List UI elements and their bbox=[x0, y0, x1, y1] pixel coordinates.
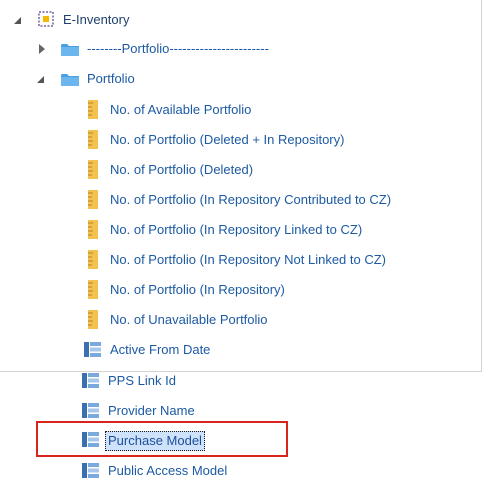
measure-ruler-icon bbox=[88, 160, 98, 179]
tree-node-folder-separator[interactable]: --------Portfolio----------------------- bbox=[0, 38, 320, 60]
attribute-column-icon bbox=[82, 373, 99, 388]
collapse-arrow-icon[interactable] bbox=[37, 76, 44, 83]
attribute-item[interactable]: PPS Link Id bbox=[0, 370, 300, 392]
measure-label: No. of Portfolio (In Repository Linked t… bbox=[110, 222, 363, 237]
measure-label: No. of Portfolio (In Repository Not Link… bbox=[110, 252, 387, 267]
folder-icon bbox=[61, 74, 79, 86]
measure-item[interactable]: No. of Unavailable Portfolio bbox=[0, 309, 400, 331]
measure-label: No. of Portfolio (Deleted + In Repositor… bbox=[110, 132, 345, 147]
measure-ruler-icon bbox=[88, 310, 98, 329]
tree-node-folder-portfolio[interactable]: Portfolio bbox=[0, 68, 200, 90]
measure-item[interactable]: No. of Portfolio (In Repository Not Link… bbox=[0, 249, 420, 271]
folder-label: Portfolio bbox=[87, 71, 135, 86]
attribute-item[interactable]: Provider Name bbox=[0, 400, 300, 422]
tree-node-root[interactable]: E-Inventory bbox=[0, 9, 300, 31]
measure-label: No. of Portfolio (In Repository) bbox=[110, 282, 285, 297]
attribute-column-icon bbox=[82, 463, 99, 478]
expand-arrow-icon[interactable] bbox=[39, 44, 45, 54]
measure-item[interactable]: No. of Portfolio (In Repository Linked t… bbox=[0, 219, 400, 241]
measure-label: No. of Portfolio (Deleted) bbox=[110, 162, 254, 177]
attribute-label: PPS Link Id bbox=[108, 373, 176, 388]
attribute-column-icon bbox=[82, 403, 99, 418]
collapse-arrow-icon[interactable] bbox=[14, 17, 21, 24]
attribute-label: Provider Name bbox=[108, 403, 195, 418]
measure-ruler-icon bbox=[88, 250, 98, 269]
measure-item[interactable]: No. of Portfolio (In Repository) bbox=[0, 279, 400, 301]
attribute-label: Active From Date bbox=[110, 342, 211, 357]
highlight-annotation-box bbox=[36, 421, 288, 457]
folder-icon bbox=[61, 44, 79, 56]
measure-item[interactable]: No. of Portfolio (Deleted) bbox=[0, 159, 400, 181]
measure-ruler-icon bbox=[88, 280, 98, 299]
measure-item[interactable]: No. of Portfolio (Deleted + In Repositor… bbox=[0, 129, 400, 151]
measure-item[interactable]: No. of Portfolio (In Repository Contribu… bbox=[0, 189, 420, 211]
measure-ruler-icon bbox=[88, 130, 98, 149]
measure-ruler-icon bbox=[88, 100, 98, 119]
folder-label: --------Portfolio----------------------- bbox=[87, 41, 269, 56]
measure-label: No. of Unavailable Portfolio bbox=[110, 312, 268, 327]
attribute-item[interactable]: Active From Date bbox=[0, 339, 300, 361]
subject-area-cube-icon bbox=[38, 11, 54, 27]
root-label: E-Inventory bbox=[63, 12, 130, 27]
measure-ruler-icon bbox=[88, 220, 98, 239]
attribute-column-icon bbox=[84, 342, 101, 357]
measure-item[interactable]: No. of Available Portfolio bbox=[0, 99, 400, 121]
measure-label: No. of Portfolio (In Repository Contribu… bbox=[110, 192, 392, 207]
measure-ruler-icon bbox=[88, 190, 98, 209]
measure-label: No. of Available Portfolio bbox=[110, 102, 252, 117]
